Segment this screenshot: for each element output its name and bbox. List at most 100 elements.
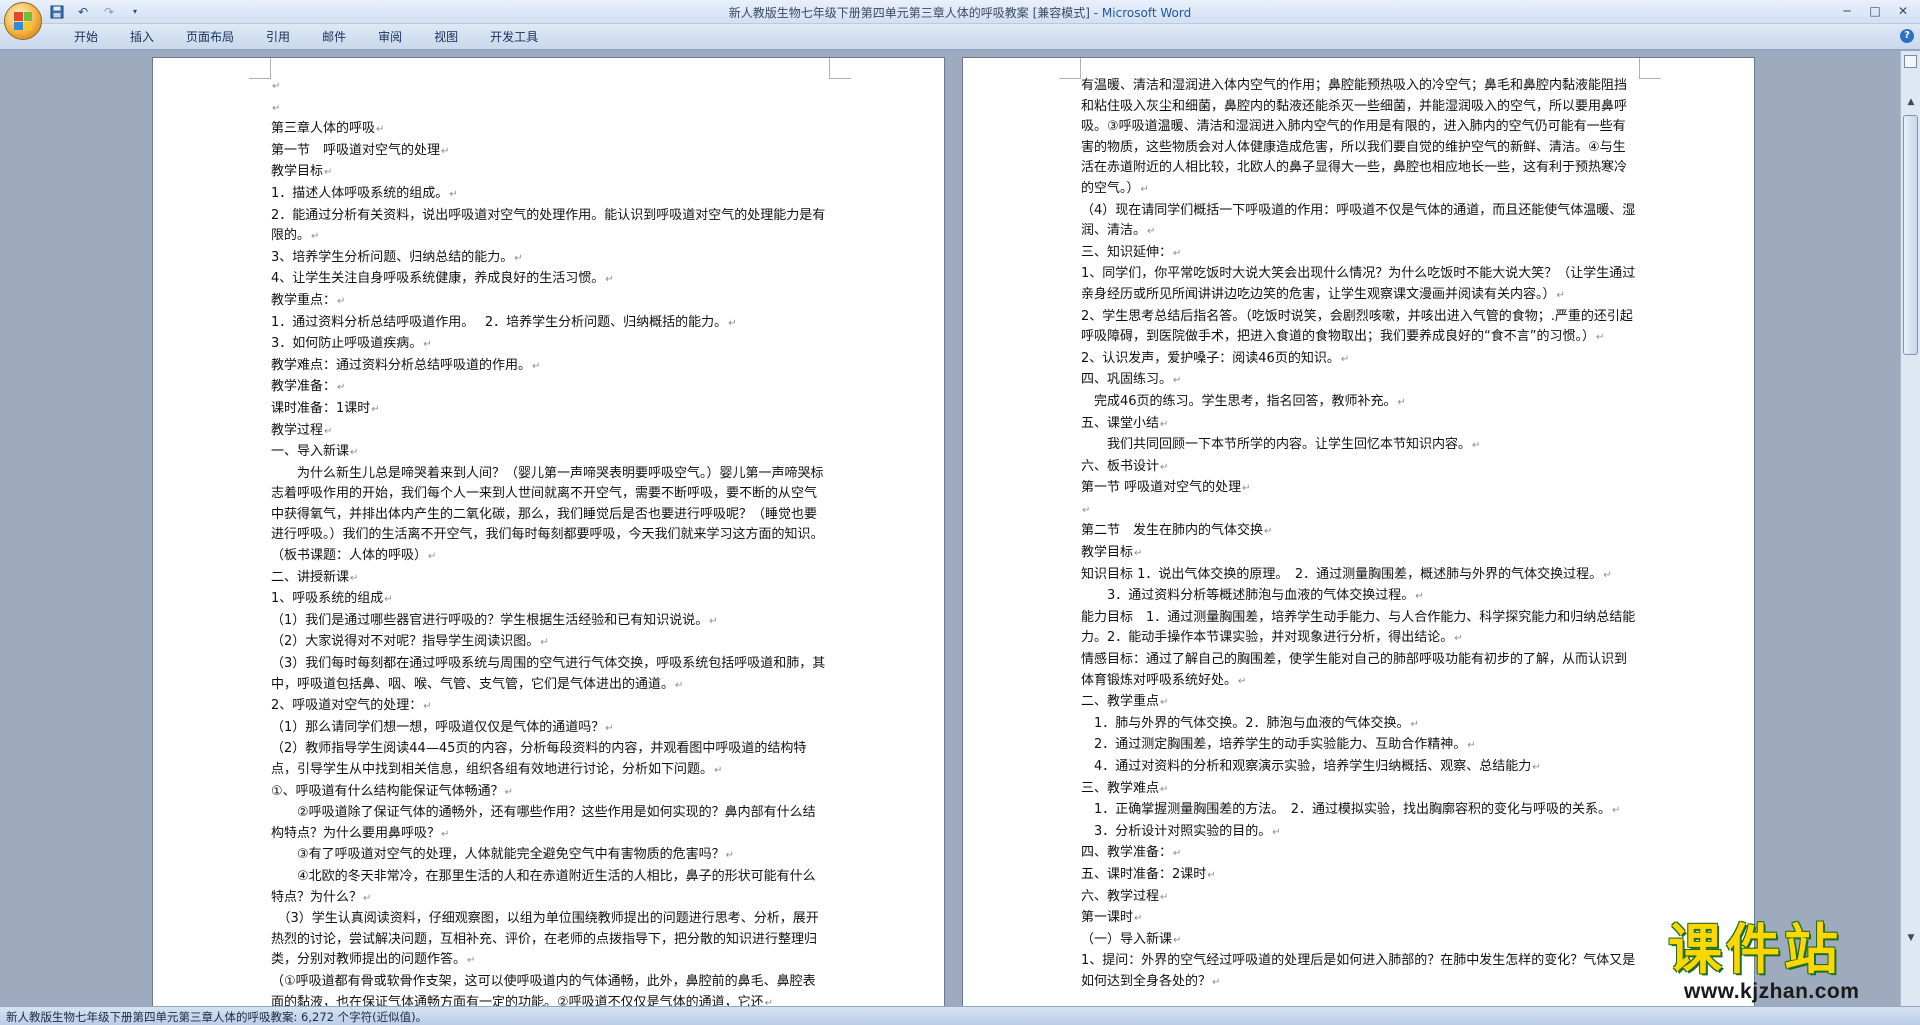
paragraph-text: 一、导入新课 (271, 444, 350, 460)
paragraph-text: （3）我们每时每刻都在通过呼吸系统与周围的空气进行气体交换，呼吸系统包括呼吸道和… (271, 656, 826, 692)
ribbon: 开始 插入 页面布局 引用 邮件 审阅 视图 开发工具 ? (0, 24, 1920, 50)
paragraph: 2、呼吸道对空气的处理：↵ (271, 696, 827, 718)
paragraph-text: （4）现在请同学们概括一下呼吸道的作用：呼吸道不仅是气体的通道，而且还能使气体温… (1081, 202, 1636, 239)
paragraph-mark-icon: ↵ (1264, 526, 1273, 538)
paragraph: 教学重点：↵ (271, 291, 827, 313)
paragraph-mark-icon: ↵ (514, 252, 523, 264)
paragraph: 第一节 呼吸道对空气的处理↵ (1081, 478, 1637, 500)
paragraph: （1）我们是通过哪些器官进行呼吸的？学生根据生活经验和已有知识说说。↵ (271, 611, 827, 633)
paragraph: 2、学生思考总结后指名答。（吃饭时说笑，会剧烈咳嗽，并咳出进入气管的食物；.严重… (1081, 307, 1637, 349)
paragraph-text: 教学目标 (1081, 545, 1134, 561)
tab-view[interactable]: 视图 (418, 29, 474, 46)
paragraph: 第三章人体的呼吸↵ (271, 119, 827, 141)
paragraph-text: 1、呼吸系统的组成 (271, 591, 384, 607)
paragraph: 第二节 发生在肺内的气体交换↵ (1081, 521, 1637, 543)
paragraph-text: （2）大家说得对不对呢？指导学生阅读识图。 (271, 634, 540, 650)
paragraph-text: （3）学生认真阅读资料，仔细观察图，以组为单位围绕教师提出的问题进行思考、分析，… (271, 911, 819, 968)
paragraph-mark-icon: ↵ (1160, 783, 1169, 795)
paragraph-text: 我们共同回顾一下本节所学的内容。让学生回忆本节知识内容。 (1081, 437, 1472, 453)
scroll-up-icon[interactable]: ▲ (1903, 95, 1919, 109)
document-area: ↵ ↵ 第三章人体的呼吸↵ 第一节 呼吸道对空气的处理↵ 教学目标↵ 1．描述人体呼吸系统… (0, 51, 1900, 1017)
paragraph: ②呼吸道除了保证气体的通畅外，还有哪些作用？这些作用是如何实现的？鼻内部有什么结… (271, 803, 827, 845)
view-ruler-icon[interactable] (1904, 55, 1917, 68)
minimize-icon[interactable]: ─ (1834, 2, 1860, 20)
tab-page-layout[interactable]: 页面布局 (170, 29, 250, 46)
paragraph: 1．通过资料分析总结呼吸道作用。 2．培养学生分析问题、归纳概括的能力。↵ (271, 313, 827, 335)
paragraph: 1、提问：外界的空气经过呼吸道的处理后是如何进入肺部的？在肺中发生怎样的变化？气… (1081, 951, 1637, 993)
paragraph: 六、教学过程↵ (1081, 887, 1637, 909)
paragraph: 有温暖、清洁和湿润进入体内空气的作用；鼻腔能预热吸入的冷空气；鼻毛和鼻腔内黏液能… (1081, 76, 1637, 201)
paragraph-text: 1、提问：外界的空气经过呼吸道的处理后是如何进入肺部的？在肺中发生怎样的变化？气… (1081, 953, 1636, 989)
paragraph: 一、导入新课↵ (271, 442, 827, 464)
maximize-icon[interactable]: □ (1862, 2, 1888, 20)
paragraph-text: 三、教学难点 (1081, 780, 1160, 796)
paragraph: 1．肺与外界的气体交换。2．肺泡与血液的气体交换。↵ (1081, 714, 1637, 736)
office-button[interactable] (4, 2, 42, 40)
paragraph-mark-icon: ↵ (363, 892, 372, 904)
window-title: 新人教版生物七年级下册第四单元第三章人体的呼吸教案 [兼容模式] - Micro… (0, 4, 1920, 21)
paragraph: 能力目标 1．通过测量胸围差，培养学生动手能力、与人合作能力、科学探究能力和归纳… (1081, 608, 1637, 650)
scroll-thumb[interactable] (1903, 115, 1918, 355)
paragraph-text: 四、巩固练习。 (1081, 372, 1173, 388)
paragraph: 五、课时准备：2课时↵ (1081, 865, 1637, 887)
paragraph-mark-icon: ↵ (337, 382, 346, 394)
page-2: 有温暖、清洁和湿润进入体内空气的作用；鼻腔能预热吸入的冷空气；鼻毛和鼻腔内黏液能… (962, 57, 1755, 1017)
paragraph-mark-icon: ↵ (371, 403, 380, 415)
tab-home[interactable]: 开始 (58, 29, 114, 46)
paragraph: 四、教学准备：↵ (1081, 843, 1637, 865)
paragraph-text: 第一节 呼吸道对空气的处理 (1081, 480, 1242, 496)
paragraph-text: 六、教学过程 (1081, 888, 1160, 904)
paragraph: 2、认识发声，爱护嗓子：阅读46页的知识。↵ (1081, 349, 1637, 371)
tab-references[interactable]: 引用 (250, 29, 306, 46)
paragraph-text: ③有了呼吸道对空气的处理，人体就能完全避免空气中有害物质的危害吗？ (271, 847, 725, 863)
paragraph-text: 3．如何防止呼吸道疾病。 (271, 336, 423, 352)
crop-mark (1059, 58, 1081, 79)
paragraph-mark-icon: ↵ (1160, 461, 1169, 473)
vertical-scrollbar[interactable]: ▲ ▼ (1900, 51, 1920, 1006)
paragraph-text: 1．描述人体呼吸系统的组成。 (271, 185, 449, 201)
paragraph-mark-icon: ↵ (1160, 697, 1169, 709)
paragraph: 1．描述人体呼吸系统的组成。↵ (271, 184, 827, 206)
paragraph-mark-icon: ↵ (384, 594, 393, 606)
help-icon[interactable]: ? (1900, 29, 1914, 43)
paragraph: 教学过程↵ (271, 421, 827, 443)
paragraph-mark-icon: ↵ (272, 81, 281, 92)
paragraph-text: 教学目标 (271, 164, 324, 180)
paragraph: 1、呼吸系统的组成↵ (271, 589, 827, 611)
tab-developer[interactable]: 开发工具 (474, 29, 554, 46)
paragraph: ↵ (271, 98, 827, 120)
paragraph-mark-icon: ↵ (324, 167, 333, 179)
paragraph-mark-icon: ↵ (1454, 633, 1463, 645)
close-icon[interactable]: ✕ (1890, 2, 1916, 20)
paragraph-mark-icon: ↵ (1147, 226, 1156, 238)
crop-mark (1639, 58, 1661, 79)
paragraph-text: ①、呼吸道有什么结构能保证气体畅通？ (271, 783, 504, 799)
status-text: 新人教版生物七年级下册第四单元第三章人体的呼吸教案: 6,272 个字符(近似值… (6, 1010, 428, 1024)
paragraph-mark-icon: ↵ (728, 317, 737, 329)
page-2-text[interactable]: 有温暖、清洁和湿润进入体内空气的作用；鼻腔能预热吸入的冷空气；鼻毛和鼻腔内黏液能… (1081, 76, 1637, 994)
paragraph: 二、教学重点↵ (1081, 692, 1637, 714)
paragraph-text: 2、认识发声，爱护嗓子：阅读46页的知识。 (1081, 350, 1340, 366)
paragraph-mark-icon: ↵ (1415, 591, 1424, 603)
document-title: 新人教版生物七年级下册第四单元第三章人体的呼吸教案 [兼容模式] - (728, 6, 1102, 20)
paragraph-mark-icon: ↵ (1603, 569, 1612, 581)
paragraph: 第一课时↵ (1081, 908, 1637, 930)
page-1-text[interactable]: ↵ ↵ 第三章人体的呼吸↵ 第一节 呼吸道对空气的处理↵ 教学目标↵ 1．描述人体呼吸系统… (271, 76, 827, 1014)
tab-insert[interactable]: 插入 (114, 29, 170, 46)
paragraph: 二、讲授新课↵ (271, 568, 827, 590)
paragraph-text: 三、知识延伸： (1081, 244, 1173, 260)
paragraph-text: 2、呼吸道对空气的处理： (271, 698, 423, 714)
paragraph: （2）教师指导学生阅读44—45页的内容，分析每段资料的内容，并观看图中呼吸道的… (271, 739, 827, 781)
paragraph-text: 3．通过资料分析等概述肺泡与血液的气体交换过程。 (1081, 588, 1415, 604)
tab-mailings[interactable]: 邮件 (306, 29, 362, 46)
paragraph-text: （1）那么请同学们想一想，呼吸道仅仅是气体的通道吗？ (271, 719, 605, 735)
paragraph-mark-icon: ↵ (350, 572, 359, 584)
crop-mark (249, 58, 271, 79)
paragraph: 3、培养学生分析问题、归纳总结的能力。↵ (271, 248, 827, 270)
paragraph: 三、教学难点↵ (1081, 779, 1637, 801)
tab-review[interactable]: 审阅 (362, 29, 418, 46)
paragraph-text: 六、板书设计 (1081, 458, 1160, 474)
paragraph-text: 五、课堂小结 (1081, 415, 1160, 431)
paragraph-text: 1．通过资料分析总结呼吸道作用。 2．培养学生分析问题、归纳概括的能力。 (271, 314, 728, 330)
paragraph-text: 教学准备： (271, 379, 337, 395)
